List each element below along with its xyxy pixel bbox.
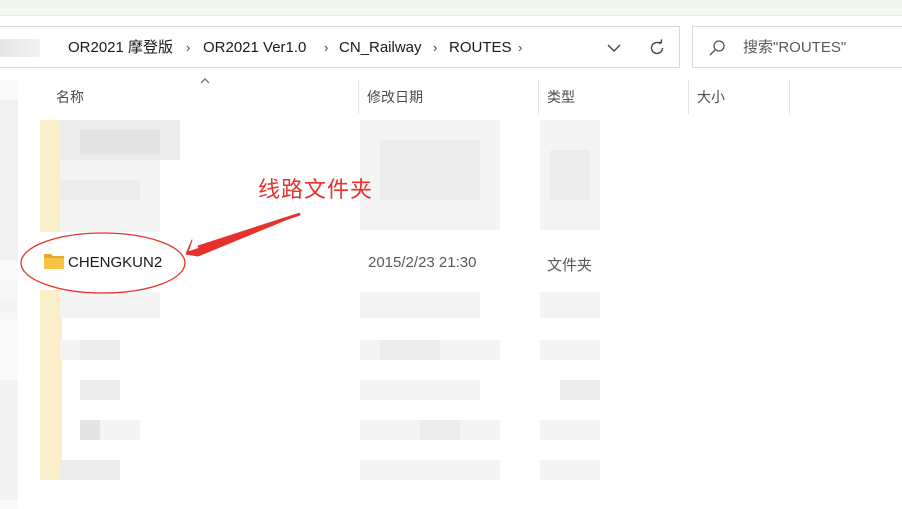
column-header-type[interactable]: 类型 [539, 86, 575, 110]
chevron-down-icon[interactable] [603, 37, 625, 59]
file-type: 文件夹 [547, 257, 593, 274]
column-divider[interactable] [789, 80, 790, 114]
breadcrumb-separator: › [324, 40, 329, 55]
sort-ascending-icon [200, 78, 210, 84]
breadcrumb-or2021-modern[interactable]: OR2021 摩登版 [68, 39, 173, 57]
refresh-icon[interactable] [646, 37, 668, 59]
breadcrumb-routes[interactable]: ROUTES [449, 39, 512, 57]
column-header-size[interactable]: 大小 [689, 86, 725, 110]
file-row-chengkun2[interactable]: CHENGKUN2 2015/2/23 21:30 文件夹 [38, 248, 618, 278]
column-header-name[interactable]: 名称 [48, 86, 84, 110]
column-header-modified[interactable]: 修改日期 [359, 86, 423, 110]
annotation-label: 线路文件夹 [258, 178, 374, 203]
navigation-pane [0, 80, 18, 509]
search-input[interactable] [743, 39, 902, 56]
breadcrumb-separator: › [433, 40, 438, 55]
file-name: CHENGKUN2 [68, 254, 163, 271]
breadcrumb-or2021-ver[interactable]: OR2021 Ver1.0 [203, 39, 306, 57]
top-strip [0, 0, 902, 16]
address-bar[interactable]: OR2021 摩登版 › OR2021 Ver1.0 › CN_Railway … [0, 26, 680, 68]
folder-icon [44, 254, 64, 269]
redacted-path-segment [0, 39, 40, 57]
search-box[interactable] [692, 26, 902, 68]
breadcrumb-cn-railway[interactable]: CN_Railway [339, 39, 422, 57]
search-icon [709, 40, 725, 56]
file-modified-date: 2015/2/23 21:30 [368, 254, 477, 271]
breadcrumb-separator: › [186, 40, 191, 55]
breadcrumb-separator: › [518, 40, 523, 55]
